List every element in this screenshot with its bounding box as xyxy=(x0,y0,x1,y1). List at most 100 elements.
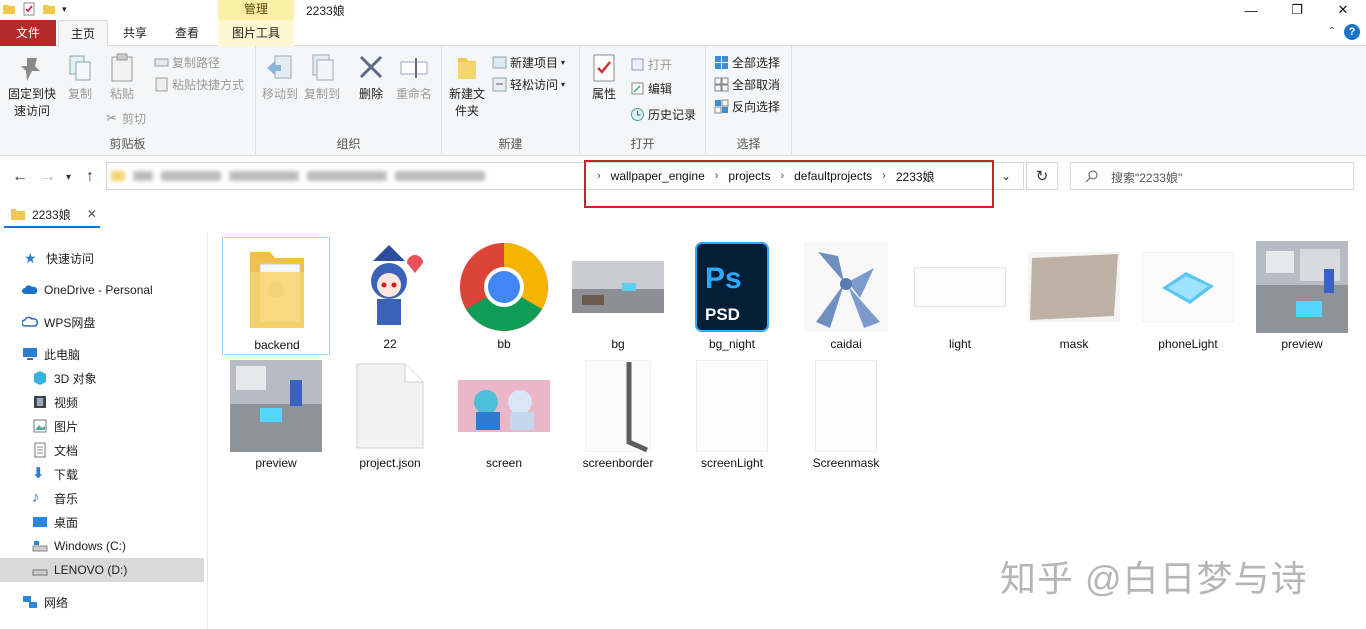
nav-quick-access[interactable]: ★ 快速访问 xyxy=(0,246,204,270)
file-name: Screenmask xyxy=(812,456,880,470)
light-thumbnail xyxy=(910,241,1010,333)
qat-dropdown-icon[interactable]: ▾ xyxy=(62,4,67,15)
open-button[interactable]: 打开 xyxy=(630,56,672,73)
paste-shortcut-icon xyxy=(155,77,168,92)
nav-onedrive[interactable]: OneDrive - Personal xyxy=(0,278,204,302)
file-item[interactable]: preview xyxy=(222,356,330,474)
nav-desktop[interactable]: 桌面 xyxy=(0,510,204,534)
folder-icon[interactable] xyxy=(2,2,16,16)
file-item[interactable]: backend xyxy=(222,237,330,355)
help-icon[interactable]: ? xyxy=(1344,24,1360,40)
copy-button[interactable]: 复制 xyxy=(62,52,98,103)
nav-network[interactable]: 网络 xyxy=(0,590,204,614)
tab-file[interactable]: 文件 xyxy=(0,20,56,46)
folder-tab[interactable]: 2233娘 ✕ xyxy=(4,202,100,228)
close-tab-icon[interactable]: ✕ xyxy=(87,207,97,221)
file-item[interactable]: 22 xyxy=(336,237,444,355)
cut-button[interactable]: ✂ 剪切 xyxy=(104,110,146,127)
move-to-button[interactable]: 移动到 xyxy=(260,52,300,103)
file-item[interactable]: screenborder xyxy=(564,356,672,474)
copy-icon xyxy=(69,55,91,81)
history-icon xyxy=(631,108,644,121)
file-item[interactable]: bg xyxy=(564,237,672,355)
file-item[interactable]: bb xyxy=(450,237,558,355)
close-button[interactable]: ✕ xyxy=(1320,0,1366,20)
properties-icon[interactable] xyxy=(22,2,36,16)
nav-videos[interactable]: 视频 xyxy=(0,390,204,414)
rename-button[interactable]: 重命名 xyxy=(392,52,436,103)
history-button[interactable]: 历史记录 xyxy=(630,106,696,123)
paste-shortcut-button[interactable]: 粘贴快捷方式 xyxy=(154,76,244,93)
file-name: screenLight xyxy=(700,456,764,470)
maximize-button[interactable]: ❐ xyxy=(1274,0,1320,20)
recent-locations-icon[interactable]: ▾ xyxy=(66,172,71,183)
nav-documents[interactable]: 文档 xyxy=(0,438,204,462)
nav-network-label: 网络 xyxy=(44,595,69,610)
title-bar: ▾ 管理 2233娘 — ❐ ✕ xyxy=(0,0,1366,20)
nav-drive-d[interactable]: LENOVO (D:) xyxy=(0,558,204,582)
file-item[interactable]: light xyxy=(906,237,1014,355)
tab-picture-tools[interactable]: 图片工具 xyxy=(218,20,294,46)
new-folder-icon[interactable] xyxy=(42,2,56,16)
file-item[interactable]: preview xyxy=(1248,237,1356,355)
forward-arrow-icon[interactable]: → xyxy=(40,168,56,186)
move-to-icon xyxy=(267,55,292,79)
refresh-button[interactable]: ↻ xyxy=(1026,162,1058,190)
search-box[interactable]: 搜索"2233娘" xyxy=(1070,162,1354,190)
file-item[interactable]: mask xyxy=(1020,237,1128,355)
select-none-button[interactable]: 全部取消 xyxy=(714,76,780,93)
file-item[interactable]: phoneLight xyxy=(1134,237,1242,355)
pin-quick-access-button[interactable]: 固定到快速访问 xyxy=(6,52,58,120)
nav-music-label: 音乐 xyxy=(54,491,79,506)
address-dropdown-icon[interactable]: ⌄ xyxy=(1001,169,1011,183)
nav-this-pc[interactable]: 此电脑 xyxy=(0,342,204,366)
new-item-button[interactable]: 新建项目 ▾ xyxy=(492,54,565,71)
copy-to-button[interactable]: 复制到 xyxy=(302,52,342,103)
file-item[interactable]: screen xyxy=(450,356,558,474)
nav-drive-c[interactable]: Windows (C:) xyxy=(0,534,204,558)
file-item[interactable]: project.json xyxy=(336,356,444,474)
file-name: bb xyxy=(497,337,511,351)
file-item[interactable]: caidai xyxy=(792,237,900,355)
up-arrow-icon[interactable]: ↑ xyxy=(86,168,94,186)
easy-access-button[interactable]: 轻松访问 ▾ xyxy=(492,76,565,93)
paste-button[interactable]: 粘贴 xyxy=(104,52,140,103)
minimize-button[interactable]: — xyxy=(1228,0,1274,20)
network-icon xyxy=(23,596,37,608)
tab-home[interactable]: 主页 xyxy=(58,20,108,47)
easy-access-label: 轻松访问 xyxy=(510,78,559,92)
screen-mask-thumbnail xyxy=(796,360,896,452)
file-item[interactable]: Screenmask xyxy=(792,356,900,474)
nav-videos-label: 视频 xyxy=(54,395,79,410)
open-icon xyxy=(631,58,644,71)
context-tab-manage: 管理 xyxy=(218,0,294,20)
invert-selection-button[interactable]: 反向选择 xyxy=(714,98,780,115)
tab-view[interactable]: 查看 xyxy=(164,20,210,46)
delete-label: 删除 xyxy=(358,87,383,101)
file-item[interactable]: screenLight xyxy=(678,356,786,474)
new-item-dropdown-icon: ▾ xyxy=(561,58,566,67)
nav-downloads[interactable]: ⬇ 下载 xyxy=(0,462,204,486)
nav-3d-objects[interactable]: 3D 对象 xyxy=(0,366,204,390)
copy-path-button[interactable]: 复制路径 xyxy=(154,54,220,71)
select-all-button[interactable]: 全部选择 xyxy=(714,54,780,71)
back-arrow-icon[interactable]: ← xyxy=(12,168,28,186)
delete-button[interactable]: 删除 xyxy=(354,52,388,103)
paste-icon xyxy=(111,53,133,82)
file-name: bg xyxy=(611,337,625,351)
nav-music[interactable]: ♪ 音乐 xyxy=(0,486,204,510)
nav-pictures[interactable]: 图片 xyxy=(0,414,204,438)
nav-quick-access-label: 快速访问 xyxy=(46,251,95,266)
new-folder-button[interactable]: 新建文件夹 xyxy=(446,52,488,120)
collapse-ribbon-icon[interactable]: ⌃ xyxy=(1328,26,1336,37)
folder-icon xyxy=(11,209,25,220)
edit-button[interactable]: 编辑 xyxy=(630,80,672,97)
properties-button[interactable]: 属性 xyxy=(588,52,620,103)
invert-selection-label: 反向选择 xyxy=(732,100,781,114)
file-item[interactable]: Ps PSD bg_night xyxy=(678,237,786,355)
ribbon-tabs: 文件 主页 共享 查看 图片工具 ⌃ ? xyxy=(0,20,1366,47)
tab-share[interactable]: 共享 xyxy=(112,20,158,46)
pin-label: 固定到快速访问 xyxy=(7,87,56,118)
drive-windows-icon xyxy=(32,541,48,552)
nav-wps[interactable]: WPS网盘 xyxy=(0,310,204,334)
